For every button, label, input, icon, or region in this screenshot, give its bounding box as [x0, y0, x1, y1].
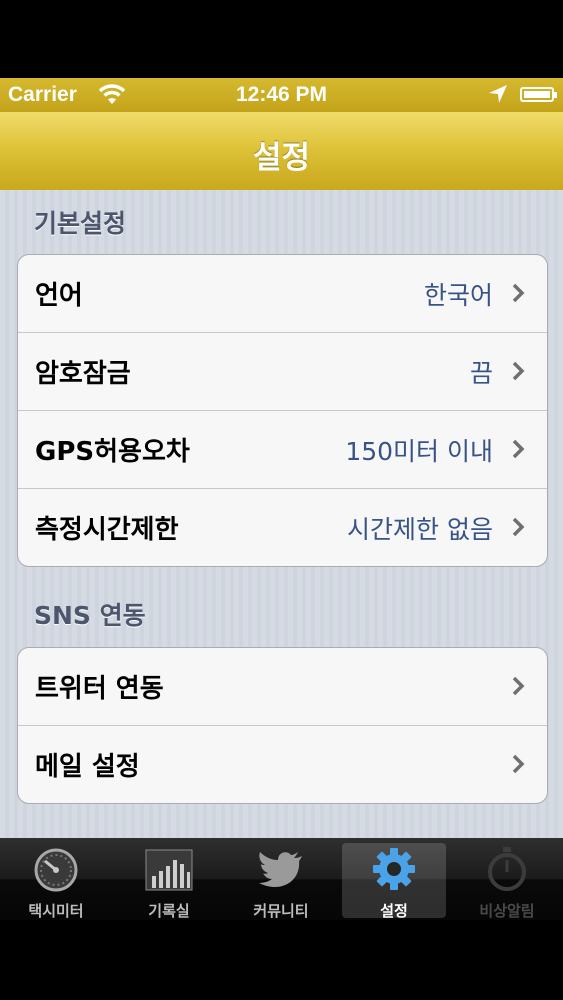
navigation-bar: 설정: [0, 112, 563, 191]
basic-settings-group: 언어 한국어 암호잠금 끔 GPS허용오차 150미터 이내 측정시간제한 시간…: [17, 254, 548, 567]
row-label: GPS허용오차: [35, 437, 190, 467]
row-value: 끔: [469, 359, 493, 388]
tab-label: 기록실: [148, 902, 190, 920]
speedometer-icon: [34, 848, 78, 892]
chevron-right-icon: [512, 283, 525, 303]
tab-label: 설정: [380, 902, 408, 920]
tab-bar: 택시미터 기록실 커뮤니티 설정 비상알림: [0, 838, 563, 920]
tab-community[interactable]: 커뮤니티: [229, 843, 333, 920]
settings-row-twitter[interactable]: 트위터 연동: [18, 648, 547, 726]
chevron-right-icon: [512, 676, 525, 696]
settings-row-passcode-lock[interactable]: 암호잠금 끔: [18, 333, 547, 411]
bar-chart-icon: [145, 849, 193, 891]
status-bar: Carrier 12:46 PM: [0, 78, 563, 112]
row-value: 150미터 이내: [345, 437, 493, 466]
status-time: 12:46 PM: [235, 83, 328, 106]
tab-taximeter[interactable]: 택시미터: [4, 843, 108, 920]
row-value: 한국어: [423, 281, 493, 310]
tab-settings[interactable]: 설정: [342, 843, 446, 920]
row-label: 트위터 연동: [35, 674, 164, 704]
location-arrow-icon: [489, 85, 507, 103]
row-label: 메일 설정: [35, 752, 140, 782]
section-header-basic: 기본설정: [34, 209, 127, 238]
settings-row-time-limit[interactable]: 측정시간제한 시간제한 없음: [18, 489, 547, 566]
tab-emergency-alert[interactable]: 비상알림: [455, 843, 559, 920]
row-value: 시간제한 없음: [347, 515, 493, 544]
stopwatch-icon: [488, 847, 526, 891]
settings-row-gps-tolerance[interactable]: GPS허용오차 150미터 이내: [18, 411, 547, 489]
chevron-right-icon: [512, 754, 525, 774]
chevron-right-icon: [512, 439, 525, 459]
tab-label: 비상알림: [479, 902, 535, 920]
sns-settings-group: 트위터 연동 메일 설정: [17, 647, 548, 804]
chevron-right-icon: [512, 361, 525, 381]
page-title: 설정: [252, 140, 311, 176]
row-label: 암호잠금: [35, 359, 131, 389]
section-header-sns: SNS 연동: [34, 601, 146, 630]
settings-content[interactable]: 기본설정 언어 한국어 암호잠금 끔 GPS허용오차 150미터 이내 측정시간…: [0, 190, 563, 838]
row-label: 측정시간제한: [35, 515, 179, 545]
gear-icon: [373, 848, 415, 890]
row-label: 언어: [35, 281, 83, 311]
twitter-bird-icon: [259, 852, 302, 888]
settings-row-language[interactable]: 언어 한국어: [18, 255, 547, 333]
tab-label: 택시미터: [28, 902, 84, 920]
settings-row-mail[interactable]: 메일 설정: [18, 726, 547, 803]
tab-records[interactable]: 기록실: [117, 843, 221, 920]
tab-label: 커뮤니티: [253, 902, 309, 920]
chevron-right-icon: [512, 517, 525, 537]
battery-icon: [520, 87, 557, 102]
